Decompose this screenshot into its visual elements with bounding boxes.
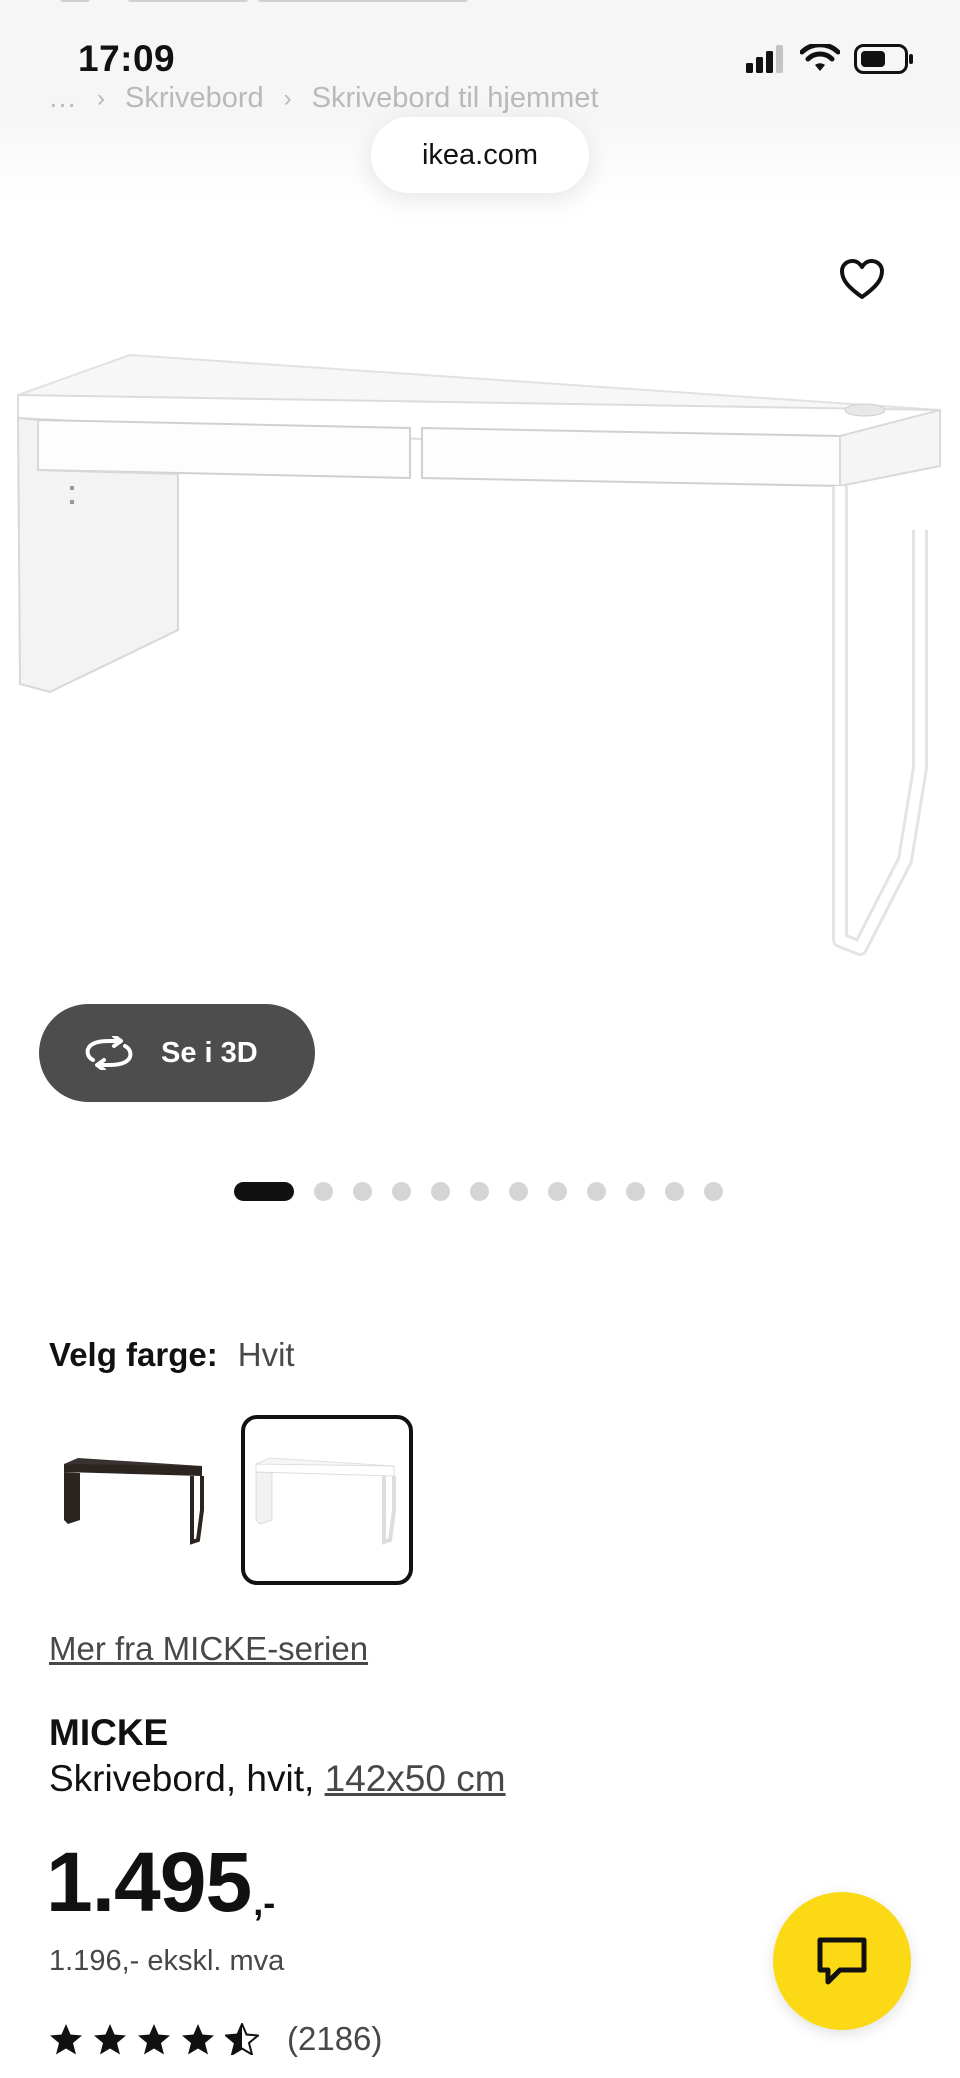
breadcrumb-ellipsis[interactable]: …	[48, 82, 77, 115]
star-full-icon	[138, 2024, 170, 2055]
series-link[interactable]: Mer fra MICKE-serien	[49, 1630, 368, 1668]
price-suffix: ,-	[253, 1882, 276, 1923]
product-image-desk[interactable]	[10, 340, 960, 980]
gallery-dot[interactable]	[431, 1181, 450, 1201]
product-price: 1.495 ,-	[46, 1840, 275, 1924]
chat-icon	[817, 1937, 867, 1985]
desk-thumbnail-white	[255, 1457, 396, 1545]
gallery-dot-active[interactable]	[234, 1181, 294, 1201]
color-swatch-black-brown[interactable]	[49, 1415, 221, 1585]
wifi-icon	[800, 44, 840, 71]
breadcrumb-item-skrivebord-til-hjemmet[interactable]: Skrivebord til hjemmet	[312, 82, 599, 115]
view-in-3d-button[interactable]: Se i 3D	[39, 1004, 315, 1102]
gallery-dot[interactable]	[665, 1181, 684, 1201]
clipped-content-fragment	[128, 0, 248, 2]
color-label: Velg farge:	[49, 1336, 218, 1373]
color-selector-heading: Velg farge: Hvit	[49, 1336, 295, 1374]
star-full-icon	[94, 2024, 126, 2055]
color-value: Hvit	[237, 1336, 295, 1373]
star-full-icon	[182, 2024, 214, 2055]
gallery-dot[interactable]	[548, 1181, 567, 1201]
clipped-content-fragment	[258, 0, 468, 2]
gallery-dot[interactable]	[314, 1181, 333, 1201]
star-full-icon	[50, 2024, 82, 2055]
product-size-link[interactable]: 142x50 cm	[325, 1758, 506, 1799]
rotate-3d-icon	[85, 1036, 133, 1070]
product-description: Skrivebord, hvit, 142x50 cm	[49, 1758, 506, 1800]
breadcrumb-item-skrivebord[interactable]: Skrivebord	[125, 82, 264, 115]
favorite-button[interactable]	[833, 250, 891, 308]
gallery-dot[interactable]	[509, 1181, 528, 1201]
product-description-text: Skrivebord, hvit,	[49, 1758, 315, 1799]
gallery-pagination	[234, 1180, 743, 1202]
breadcrumb-separator-icon: ›	[283, 84, 292, 112]
gallery-dot[interactable]	[704, 1181, 723, 1201]
gallery-dot[interactable]	[392, 1181, 411, 1201]
gallery-dot[interactable]	[353, 1181, 372, 1201]
star-half-icon	[225, 2023, 259, 2055]
price-amount: 1.495	[46, 1835, 252, 1929]
breadcrumb-separator-icon: ›	[97, 84, 105, 112]
price-excl-vat: 1.196,- ekskl. mva	[49, 1945, 285, 1977]
heart-icon	[840, 259, 884, 299]
clipped-content-fragment	[60, 0, 90, 2]
status-icons	[746, 44, 914, 74]
desk-thumbnail-dark	[64, 1458, 204, 1545]
product-name: MICKE	[49, 1712, 169, 1753]
rating-stars	[49, 2023, 259, 2055]
gallery-dot[interactable]	[470, 1181, 489, 1201]
browser-url: ikea.com	[421, 138, 539, 171]
browser-url-pill[interactable]: ikea.com	[371, 117, 589, 193]
chat-button[interactable]	[773, 1892, 911, 2030]
review-count: (2186)	[287, 2020, 383, 2057]
view-in-3d-label: Se i 3D	[161, 1036, 258, 1069]
battery-icon	[854, 44, 913, 74]
color-swatch-white[interactable]	[241, 1415, 413, 1585]
gallery-dot[interactable]	[587, 1181, 606, 1201]
breadcrumb: … › Skrivebord › Skrivebord til hjemmet	[48, 82, 599, 115]
product-rating[interactable]: (2186)	[49, 2020, 382, 2058]
status-time: 17:09	[78, 38, 176, 79]
cellular-signal-icon	[746, 45, 783, 73]
gallery-dot[interactable]	[626, 1181, 645, 1201]
